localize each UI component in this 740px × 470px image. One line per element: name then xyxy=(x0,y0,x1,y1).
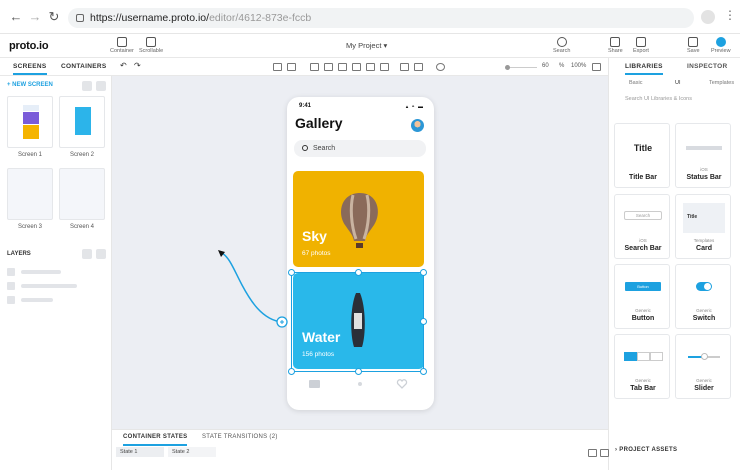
button-preview: Button xyxy=(625,282,661,291)
library-item-category: Generic xyxy=(635,308,651,313)
library-item-category: Templates xyxy=(693,238,715,243)
tab-libraries[interactable]: LIBRARIES xyxy=(625,63,663,75)
list-icon[interactable] xyxy=(588,449,597,457)
slider-track xyxy=(688,353,720,360)
selection-box[interactable] xyxy=(291,272,424,372)
tab-inspector[interactable]: INSPECTOR xyxy=(687,63,728,70)
state-2[interactable]: State 2 xyxy=(168,447,216,457)
resize-handle[interactable] xyxy=(355,368,362,375)
interaction-link xyxy=(221,252,283,323)
app-window: ← → ↻ https://username.proto.io/editor/4… xyxy=(0,0,740,470)
resize-handle[interactable] xyxy=(420,269,427,276)
library-item-name: Slider xyxy=(694,385,714,392)
subtab-basic[interactable]: Basic xyxy=(629,80,642,86)
tab-state-transitions[interactable]: STATE TRANSITIONS (2) xyxy=(202,434,278,440)
tab-container-states[interactable]: CONTAINER STATES xyxy=(123,434,188,446)
library-item-button[interactable]: Button Generic Button xyxy=(614,264,670,329)
card-preview: Title xyxy=(683,203,725,233)
resize-handle[interactable] xyxy=(288,269,295,276)
tab-bar-preview-1 xyxy=(624,352,637,361)
library-search-placeholder: Search UI Libraries & Icons xyxy=(625,96,692,102)
grid-icon[interactable] xyxy=(600,449,609,457)
library-item-search-bar[interactable]: Search iOS Search Bar xyxy=(614,194,670,259)
tab-bar-preview-3 xyxy=(650,352,663,361)
slider-knob xyxy=(701,353,708,360)
state-1[interactable]: State 1 xyxy=(116,447,164,457)
library-item-tab-bar[interactable]: Generic Tab Bar xyxy=(614,334,670,399)
library-item-category: Generic xyxy=(696,308,712,313)
resize-handle[interactable] xyxy=(420,318,427,325)
title-bar-preview: Title xyxy=(633,143,653,153)
library-item-card[interactable]: Title Templates Card xyxy=(675,194,731,259)
library-search-input[interactable]: Search UI Libraries & Icons xyxy=(615,96,735,102)
library-item-name: Tab Bar xyxy=(630,385,656,392)
resize-handle[interactable] xyxy=(355,269,362,276)
library-item-switch[interactable]: Generic Switch xyxy=(675,264,731,329)
status-bar-preview xyxy=(686,146,722,150)
bottom-panel: CONTAINER STATES STATE TRANSITIONS (2) S… xyxy=(112,429,609,470)
library-item-name: Search Bar xyxy=(624,245,662,252)
library-item-name: Card xyxy=(696,245,712,252)
library-item-slider[interactable]: Generic Slider xyxy=(675,334,731,399)
library-item-name: Button xyxy=(631,315,655,322)
library-item-status-bar[interactable]: iOS Status Bar xyxy=(675,123,731,188)
resize-handle[interactable] xyxy=(420,368,427,375)
library-item-category: iOS xyxy=(700,167,708,172)
switch-preview xyxy=(696,282,712,291)
tab-bar-preview-2 xyxy=(637,352,650,361)
library-item-category: Generic xyxy=(635,378,651,383)
search-bar-preview: Search xyxy=(624,211,662,220)
resize-handle[interactable] xyxy=(288,368,295,375)
subtab-ui[interactable]: UI xyxy=(675,80,681,86)
project-assets[interactable]: › PROJECT ASSETS xyxy=(615,447,677,453)
library-item-title-bar[interactable]: Title Title Bar xyxy=(614,123,670,188)
library-item-category: iOS xyxy=(639,238,647,243)
subtab-templates[interactable]: Templates xyxy=(709,80,734,86)
library-item-category: Generic xyxy=(696,378,712,383)
right-panel: LIBRARIES INSPECTOR Basic UI Templates S… xyxy=(608,58,740,470)
library-item-name: Switch xyxy=(692,315,716,322)
library-item-name: Title Bar xyxy=(629,174,657,181)
switch-knob xyxy=(704,283,711,290)
library-item-name: Status Bar xyxy=(686,174,722,181)
